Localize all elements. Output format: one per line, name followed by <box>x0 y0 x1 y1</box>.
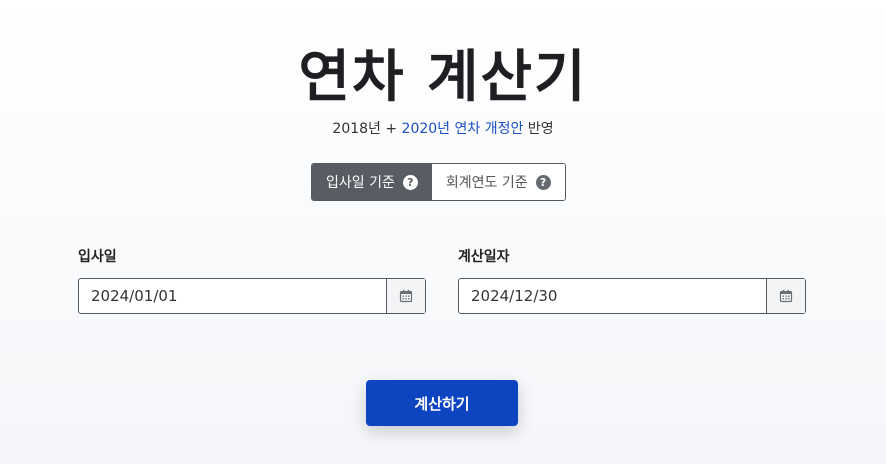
hire-date-input[interactable] <box>79 279 386 313</box>
basis-toggle: 입사일 기준 ? 회계연도 기준 ? <box>311 163 566 201</box>
hire-date-field: 입사일 <box>78 246 426 314</box>
calculate-button[interactable]: 계산하기 <box>366 380 518 426</box>
toggle-fiscal-year-label: 회계연도 기준 <box>445 175 528 191</box>
calendar-icon[interactable] <box>766 279 805 313</box>
toggle-fiscal-year-basis[interactable]: 회계연도 기준 ? <box>431 164 565 200</box>
calc-date-input-group <box>458 278 806 314</box>
page-title: 연차 계산기 <box>298 45 588 110</box>
calc-date-input[interactable] <box>459 279 766 313</box>
subtitle-suffix: 반영 <box>523 121 554 137</box>
page-subtitle: 2018년 + 2020년 연차 개정안 반영 <box>0 118 886 138</box>
calendar-icon[interactable] <box>386 279 425 313</box>
amendment-link[interactable]: 2020년 연차 개정안 <box>402 121 524 137</box>
toggle-hire-date-basis[interactable]: 입사일 기준 ? <box>312 164 432 200</box>
toggle-hire-date-label: 입사일 기준 <box>326 175 395 191</box>
subtitle-prefix: 2018년 + <box>332 121 402 137</box>
hire-date-label: 입사일 <box>78 249 117 265</box>
hire-date-input-group <box>78 278 426 314</box>
question-circle-icon[interactable]: ? <box>535 174 551 190</box>
calc-date-field: 계산일자 <box>458 246 806 314</box>
question-circle-icon[interactable]: ? <box>402 174 418 190</box>
calc-date-label: 계산일자 <box>458 249 510 265</box>
